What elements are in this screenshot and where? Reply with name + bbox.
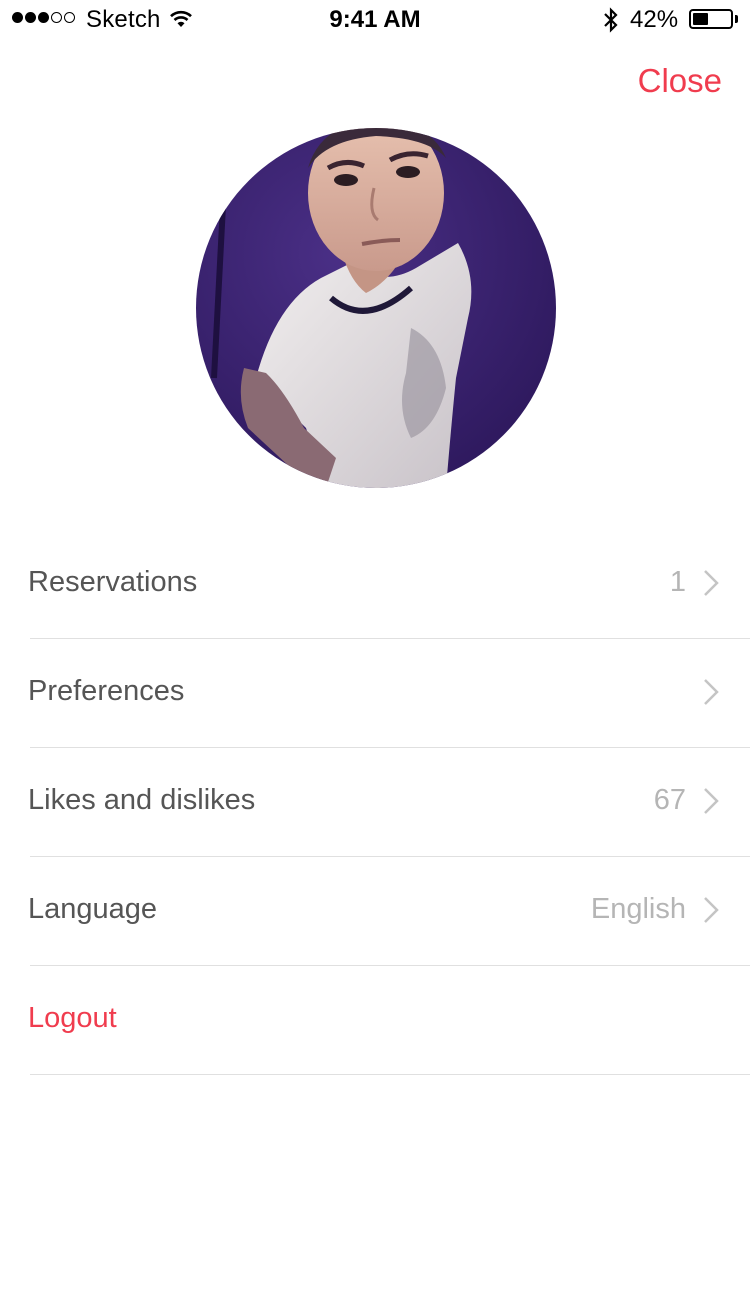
logout-row[interactable]: Logout — [28, 966, 750, 1075]
likes-dislikes-row[interactable]: Likes and dislikes 67 — [28, 748, 750, 857]
reservations-row[interactable]: Reservations 1 — [28, 530, 750, 639]
reservations-count: 1 — [669, 566, 686, 598]
battery-tip — [735, 15, 738, 23]
battery-icon — [689, 9, 733, 29]
battery-level — [693, 13, 709, 25]
reservations-label: Reservations — [28, 566, 198, 598]
profile-avatar[interactable] — [196, 128, 556, 488]
bluetooth-icon — [604, 7, 618, 33]
chevron-right-icon — [704, 897, 719, 923]
chevron-right-icon — [704, 679, 719, 705]
chevron-right-icon — [704, 570, 719, 596]
language-value: English — [590, 893, 686, 925]
close-button[interactable]: Close — [638, 62, 722, 100]
likes-dislikes-count: 67 — [653, 784, 686, 816]
language-label: Language — [28, 893, 158, 925]
status-bar: Sketch 9:41 AM 42% — [0, 0, 750, 40]
preferences-row[interactable]: Preferences — [28, 639, 750, 748]
preferences-label: Preferences — [28, 675, 185, 707]
chevron-right-icon — [704, 788, 719, 814]
avatar-photo — [196, 128, 556, 488]
language-row[interactable]: Language English — [28, 857, 750, 966]
logout-button[interactable]: Logout — [28, 1002, 117, 1035]
battery-percentage: 42% — [630, 6, 679, 33]
likes-dislikes-label: Likes and dislikes — [28, 784, 256, 816]
settings-menu: Reservations 1 Preferences Likes and dis… — [0, 530, 750, 1075]
